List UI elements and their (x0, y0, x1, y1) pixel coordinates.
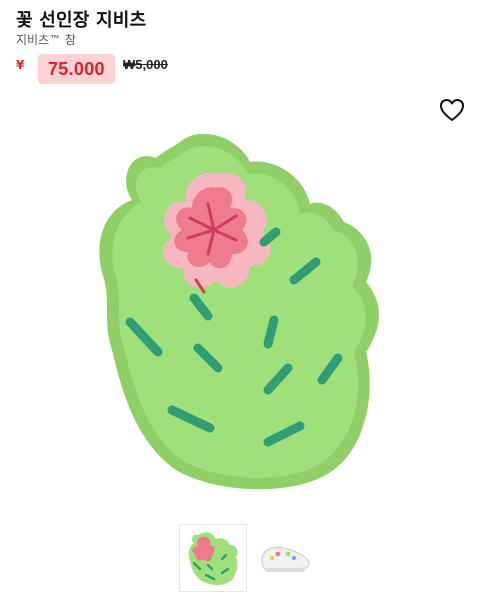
cactus-thumbnail-icon (188, 532, 238, 585)
white-clog-thumbnail-icon (261, 547, 310, 572)
sale-price-badge: 75.000 (38, 54, 115, 84)
product-image (90, 122, 390, 502)
thumbnail-strip (180, 525, 318, 591)
price-row: ¥ 75.000 ₩5,000 (16, 52, 316, 84)
cactus-charm-image (99, 133, 379, 490)
sale-price: 75.000 (48, 58, 105, 79)
product-subtitle: 지비츠™ 참 (16, 33, 76, 47)
thumbnail-clog[interactable] (252, 525, 318, 591)
thumbnail-cactus-charm[interactable] (180, 525, 246, 591)
product-title: 꽃 선인장 지비츠 (16, 10, 147, 31)
favorite-button[interactable] (438, 97, 466, 123)
original-price: ₩5,000 (123, 57, 168, 72)
currency-stub: ¥ (16, 58, 25, 72)
product-page: 꽃 선인장 지비츠 지비츠™ 참 ¥ 75.000 ₩5,000 (0, 0, 480, 600)
heart-outline-icon (440, 99, 464, 121)
